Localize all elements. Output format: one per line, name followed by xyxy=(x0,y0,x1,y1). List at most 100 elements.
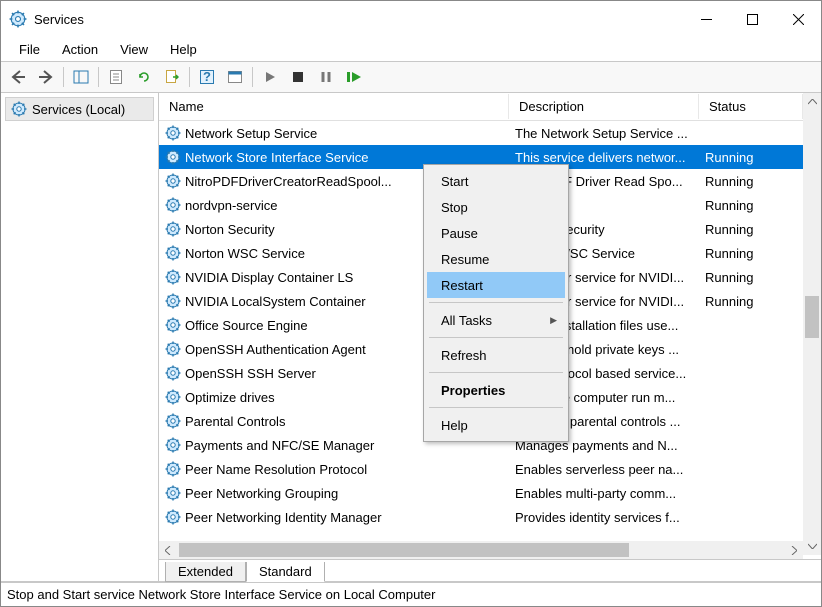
app-gear-icon xyxy=(9,10,27,28)
gear-icon xyxy=(165,317,181,333)
nav-tree: Services (Local) xyxy=(1,93,159,581)
close-icon xyxy=(793,14,804,25)
arrow-left-icon xyxy=(10,69,26,85)
cm-refresh[interactable]: Refresh xyxy=(427,342,565,368)
service-name: Peer Networking Grouping xyxy=(185,486,515,501)
show-hide-button[interactable] xyxy=(68,64,94,90)
menu-help[interactable]: Help xyxy=(160,40,207,59)
cm-stop-label: Stop xyxy=(441,200,468,215)
hscroll-thumb[interactable] xyxy=(179,543,629,557)
menu-view[interactable]: View xyxy=(110,40,158,59)
nav-services-local[interactable]: Services (Local) xyxy=(5,97,154,121)
export-icon xyxy=(164,69,180,85)
service-row[interactable]: Network Setup ServiceThe Network Setup S… xyxy=(159,121,821,145)
toolbar-separator xyxy=(98,67,99,87)
gear-icon xyxy=(165,269,181,285)
play-icon xyxy=(263,70,277,84)
gear-icon xyxy=(165,221,181,237)
gear-icon xyxy=(165,125,181,141)
gear-icon xyxy=(165,389,181,405)
col-description[interactable]: Description xyxy=(509,94,699,119)
properties-icon xyxy=(108,69,124,85)
cm-all-tasks-label: All Tasks xyxy=(441,313,492,328)
refresh-button[interactable] xyxy=(131,64,157,90)
service-desc: Enables serverless peer na... xyxy=(515,462,705,477)
scroll-right-button[interactable] xyxy=(785,541,803,559)
chevron-down-icon xyxy=(808,543,817,549)
service-desc: Enables multi-party comm... xyxy=(515,486,705,501)
maximize-button[interactable] xyxy=(729,3,775,35)
arrow-right-icon xyxy=(38,69,54,85)
maximize-icon xyxy=(747,14,758,25)
scroll-left-button[interactable] xyxy=(159,541,177,559)
toolbar-separator xyxy=(252,67,253,87)
cm-refresh-label: Refresh xyxy=(441,348,487,363)
service-desc: This service delivers networ... xyxy=(515,150,705,165)
service-name: Network Setup Service xyxy=(185,126,515,141)
stop-service-button[interactable] xyxy=(285,64,311,90)
help-button[interactable]: ? xyxy=(194,64,220,90)
back-button[interactable] xyxy=(5,64,31,90)
restart-service-button[interactable] xyxy=(341,64,367,90)
gear-icon xyxy=(165,365,181,381)
service-row[interactable]: Peer Networking GroupingEnables multi-pa… xyxy=(159,481,821,505)
cm-help[interactable]: Help xyxy=(427,412,565,438)
context-menu: Start Stop Pause Resume Restart All Task… xyxy=(423,164,569,442)
close-button[interactable] xyxy=(775,3,821,35)
status-text: Stop and Start service Network Store Int… xyxy=(7,587,435,602)
tab-standard[interactable]: Standard xyxy=(246,562,325,582)
horizontal-scrollbar[interactable] xyxy=(159,541,803,559)
menu-action[interactable]: Action xyxy=(52,40,108,59)
gear-icon xyxy=(165,341,181,357)
service-row[interactable]: Peer Name Resolution ProtocolEnables ser… xyxy=(159,457,821,481)
gear-icon xyxy=(165,509,181,525)
panel-icon xyxy=(73,69,89,85)
cm-separator xyxy=(429,407,563,408)
toolbar-separator xyxy=(63,67,64,87)
minimize-icon xyxy=(701,14,712,25)
toolbar-separator xyxy=(189,67,190,87)
service-row[interactable]: Peer Networking Identity ManagerProvides… xyxy=(159,505,821,529)
vscroll-thumb[interactable] xyxy=(805,296,819,338)
col-name[interactable]: Name xyxy=(159,94,509,119)
cm-start[interactable]: Start xyxy=(427,168,565,194)
scroll-up-button[interactable] xyxy=(803,93,821,111)
pause-service-button[interactable] xyxy=(313,64,339,90)
pause-icon xyxy=(319,70,333,84)
col-status[interactable]: Status xyxy=(699,94,803,119)
minimize-button[interactable] xyxy=(683,3,729,35)
cm-resume[interactable]: Resume xyxy=(427,246,565,272)
service-status: Running xyxy=(705,246,785,261)
start-service-button[interactable] xyxy=(257,64,283,90)
cm-stop[interactable]: Stop xyxy=(427,194,565,220)
action-button[interactable] xyxy=(222,64,248,90)
cm-properties[interactable]: Properties xyxy=(427,377,565,403)
cm-all-tasks[interactable]: All Tasks ▶ xyxy=(427,307,565,333)
cm-resume-label: Resume xyxy=(441,252,489,267)
gear-icon xyxy=(165,413,181,429)
gear-icon xyxy=(165,293,181,309)
cm-pause[interactable]: Pause xyxy=(427,220,565,246)
window-title: Services xyxy=(34,12,683,27)
svg-text:?: ? xyxy=(203,69,211,84)
cm-properties-label: Properties xyxy=(441,383,505,398)
scroll-down-button[interactable] xyxy=(803,537,821,555)
menu-file[interactable]: File xyxy=(9,40,50,59)
cm-restart[interactable]: Restart xyxy=(427,272,565,298)
gear-icon xyxy=(165,485,181,501)
service-name: Network Store Interface Service xyxy=(185,150,515,165)
vscroll-track[interactable] xyxy=(803,111,821,537)
service-desc: Provides identity services f... xyxy=(515,510,705,525)
properties-button[interactable] xyxy=(103,64,129,90)
window-icon xyxy=(227,69,243,85)
tab-extended[interactable]: Extended xyxy=(165,562,246,582)
forward-button[interactable] xyxy=(33,64,59,90)
gear-icon xyxy=(165,437,181,453)
vertical-scrollbar[interactable] xyxy=(803,93,821,555)
cm-pause-label: Pause xyxy=(441,226,478,241)
gear-icon xyxy=(165,197,181,213)
cm-separator xyxy=(429,302,563,303)
export-button[interactable] xyxy=(159,64,185,90)
help-icon: ? xyxy=(199,69,215,85)
hscroll-track[interactable] xyxy=(177,541,785,559)
